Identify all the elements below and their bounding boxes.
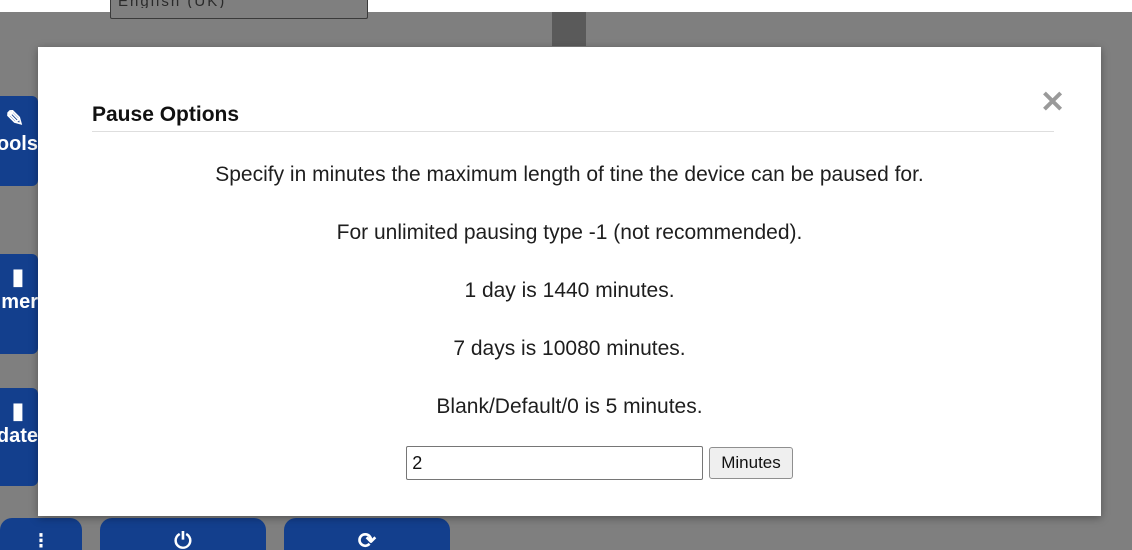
default-note: Blank/Default/0 is 5 minutes. xyxy=(436,395,703,418)
dialog-body: Specify in minutes the maximum length of… xyxy=(38,157,1101,447)
week-conversion-note: 7 days is 10080 minutes. xyxy=(453,337,686,360)
language-select-value: English (UK) xyxy=(118,0,298,8)
dialog-header: Pause Options xyxy=(92,99,1054,132)
timer-button: ▮ Timer xyxy=(0,254,38,354)
update-icon: ▮ xyxy=(11,398,24,423)
update-button-label: Update xyxy=(0,425,38,447)
unlimited-note: For unlimited pausing type -1 (not recom… xyxy=(336,221,803,244)
power-icon: ⏻ xyxy=(174,528,192,550)
tools-button-label: Tools xyxy=(0,133,38,155)
close-icon[interactable]: ✕ xyxy=(1040,88,1065,118)
instruction-text: Specify in minutes the maximum length of… xyxy=(215,163,924,186)
pause-form: Minutes xyxy=(38,446,1101,480)
background-divider xyxy=(552,12,586,46)
dialog-title: Pause Options xyxy=(92,103,240,126)
day-conversion-note: 1 day is 1440 minutes. xyxy=(464,279,675,302)
tools-icon: ✎ xyxy=(5,106,24,131)
tools-button: ✎ Tools xyxy=(0,96,38,186)
pause-minutes-input[interactable] xyxy=(406,446,704,480)
refresh-button: ⟳ xyxy=(284,518,450,550)
timer-button-label: Timer xyxy=(0,291,38,313)
settings-button: ⁝ xyxy=(0,518,82,550)
refresh-icon: ⟳ xyxy=(357,528,377,550)
update-button: ▮ Update xyxy=(0,388,38,486)
timer-icon: ▮ xyxy=(11,264,24,289)
pause-options-dialog: Pause Options ✕ Specify in minutes the m… xyxy=(38,47,1101,516)
screen: English (UK) ✎ Tools ▮ Timer ▮ Update ⁝ … xyxy=(0,0,1132,550)
power-button: ⏻ xyxy=(100,518,266,550)
minutes-submit-button[interactable]: Minutes xyxy=(709,447,793,479)
settings-icon: ⁝ xyxy=(37,528,45,550)
